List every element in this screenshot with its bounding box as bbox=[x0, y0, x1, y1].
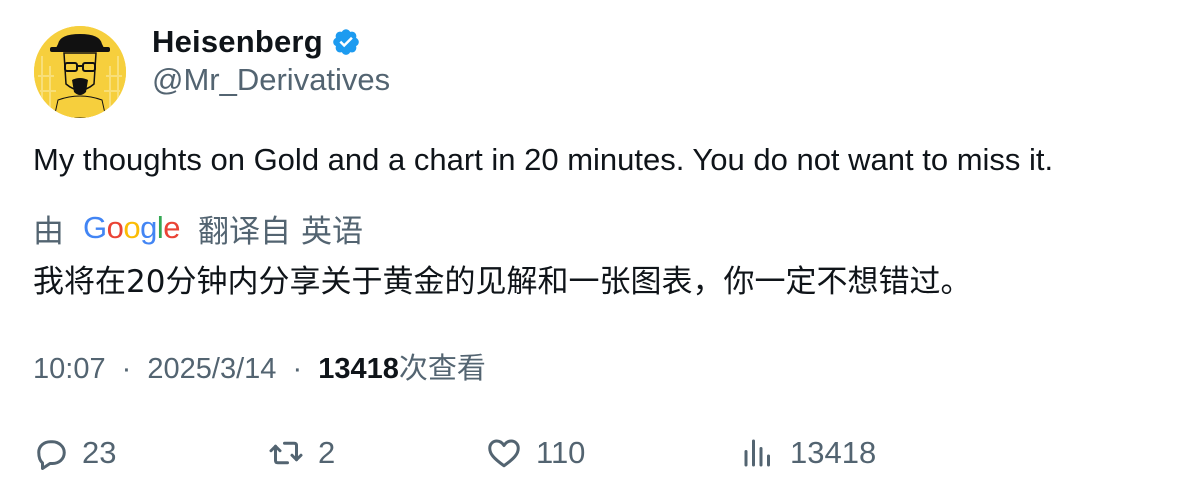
retweet-icon bbox=[269, 441, 303, 465]
meta-separator: · bbox=[121, 353, 132, 385]
reply-button[interactable]: 23 bbox=[32, 428, 116, 478]
translated-text: 我将在20分钟内分享关于黄金的见解和一张图表，你一定不想错过。 bbox=[33, 264, 972, 300]
meta-separator: · bbox=[292, 353, 303, 385]
verified-badge-icon[interactable] bbox=[331, 27, 361, 57]
action-bar: 23 2 110 13418 bbox=[0, 428, 1196, 478]
views-label: 次查看 bbox=[398, 353, 486, 385]
tweet-card: Heisenberg @Mr_Derivatives My thoughts o… bbox=[0, 0, 1196, 498]
retweet-count: 2 bbox=[318, 435, 336, 470]
tweet-text: My thoughts on Gold and a chart in 20 mi… bbox=[33, 142, 1054, 177]
translation-prefix: 由 bbox=[33, 213, 64, 249]
display-name[interactable]: Heisenberg bbox=[152, 24, 323, 60]
tweet-date[interactable]: 2025/3/14 bbox=[147, 353, 276, 385]
views-count[interactable]: 13418 bbox=[318, 353, 399, 385]
avatar[interactable] bbox=[34, 26, 126, 118]
google-logo: Google bbox=[83, 210, 181, 245]
translation-language: 英语 bbox=[301, 213, 364, 249]
translation-from-label: 翻译自 bbox=[198, 213, 292, 249]
heisenberg-avatar-icon bbox=[34, 26, 126, 118]
bar-chart-icon bbox=[744, 439, 770, 467]
reply-icon bbox=[37, 440, 66, 470]
translation-attribution: 由 Google 翻译自 英语 bbox=[33, 208, 364, 249]
tweet-time[interactable]: 10:07 bbox=[33, 353, 106, 385]
like-button[interactable]: 110 bbox=[486, 428, 585, 478]
retweet-button[interactable]: 2 bbox=[268, 428, 335, 478]
views-button[interactable]: 13418 bbox=[740, 428, 876, 478]
heart-icon bbox=[488, 439, 520, 468]
views-action-count: 13418 bbox=[790, 435, 877, 470]
like-count: 110 bbox=[536, 435, 586, 470]
author-handle[interactable]: @Mr_Derivatives bbox=[152, 62, 390, 98]
author-name-row[interactable]: Heisenberg bbox=[152, 22, 361, 62]
tweet-meta: 10:07 · 2025/3/14 · 13418次查看 bbox=[33, 345, 486, 387]
reply-count: 23 bbox=[82, 435, 117, 470]
